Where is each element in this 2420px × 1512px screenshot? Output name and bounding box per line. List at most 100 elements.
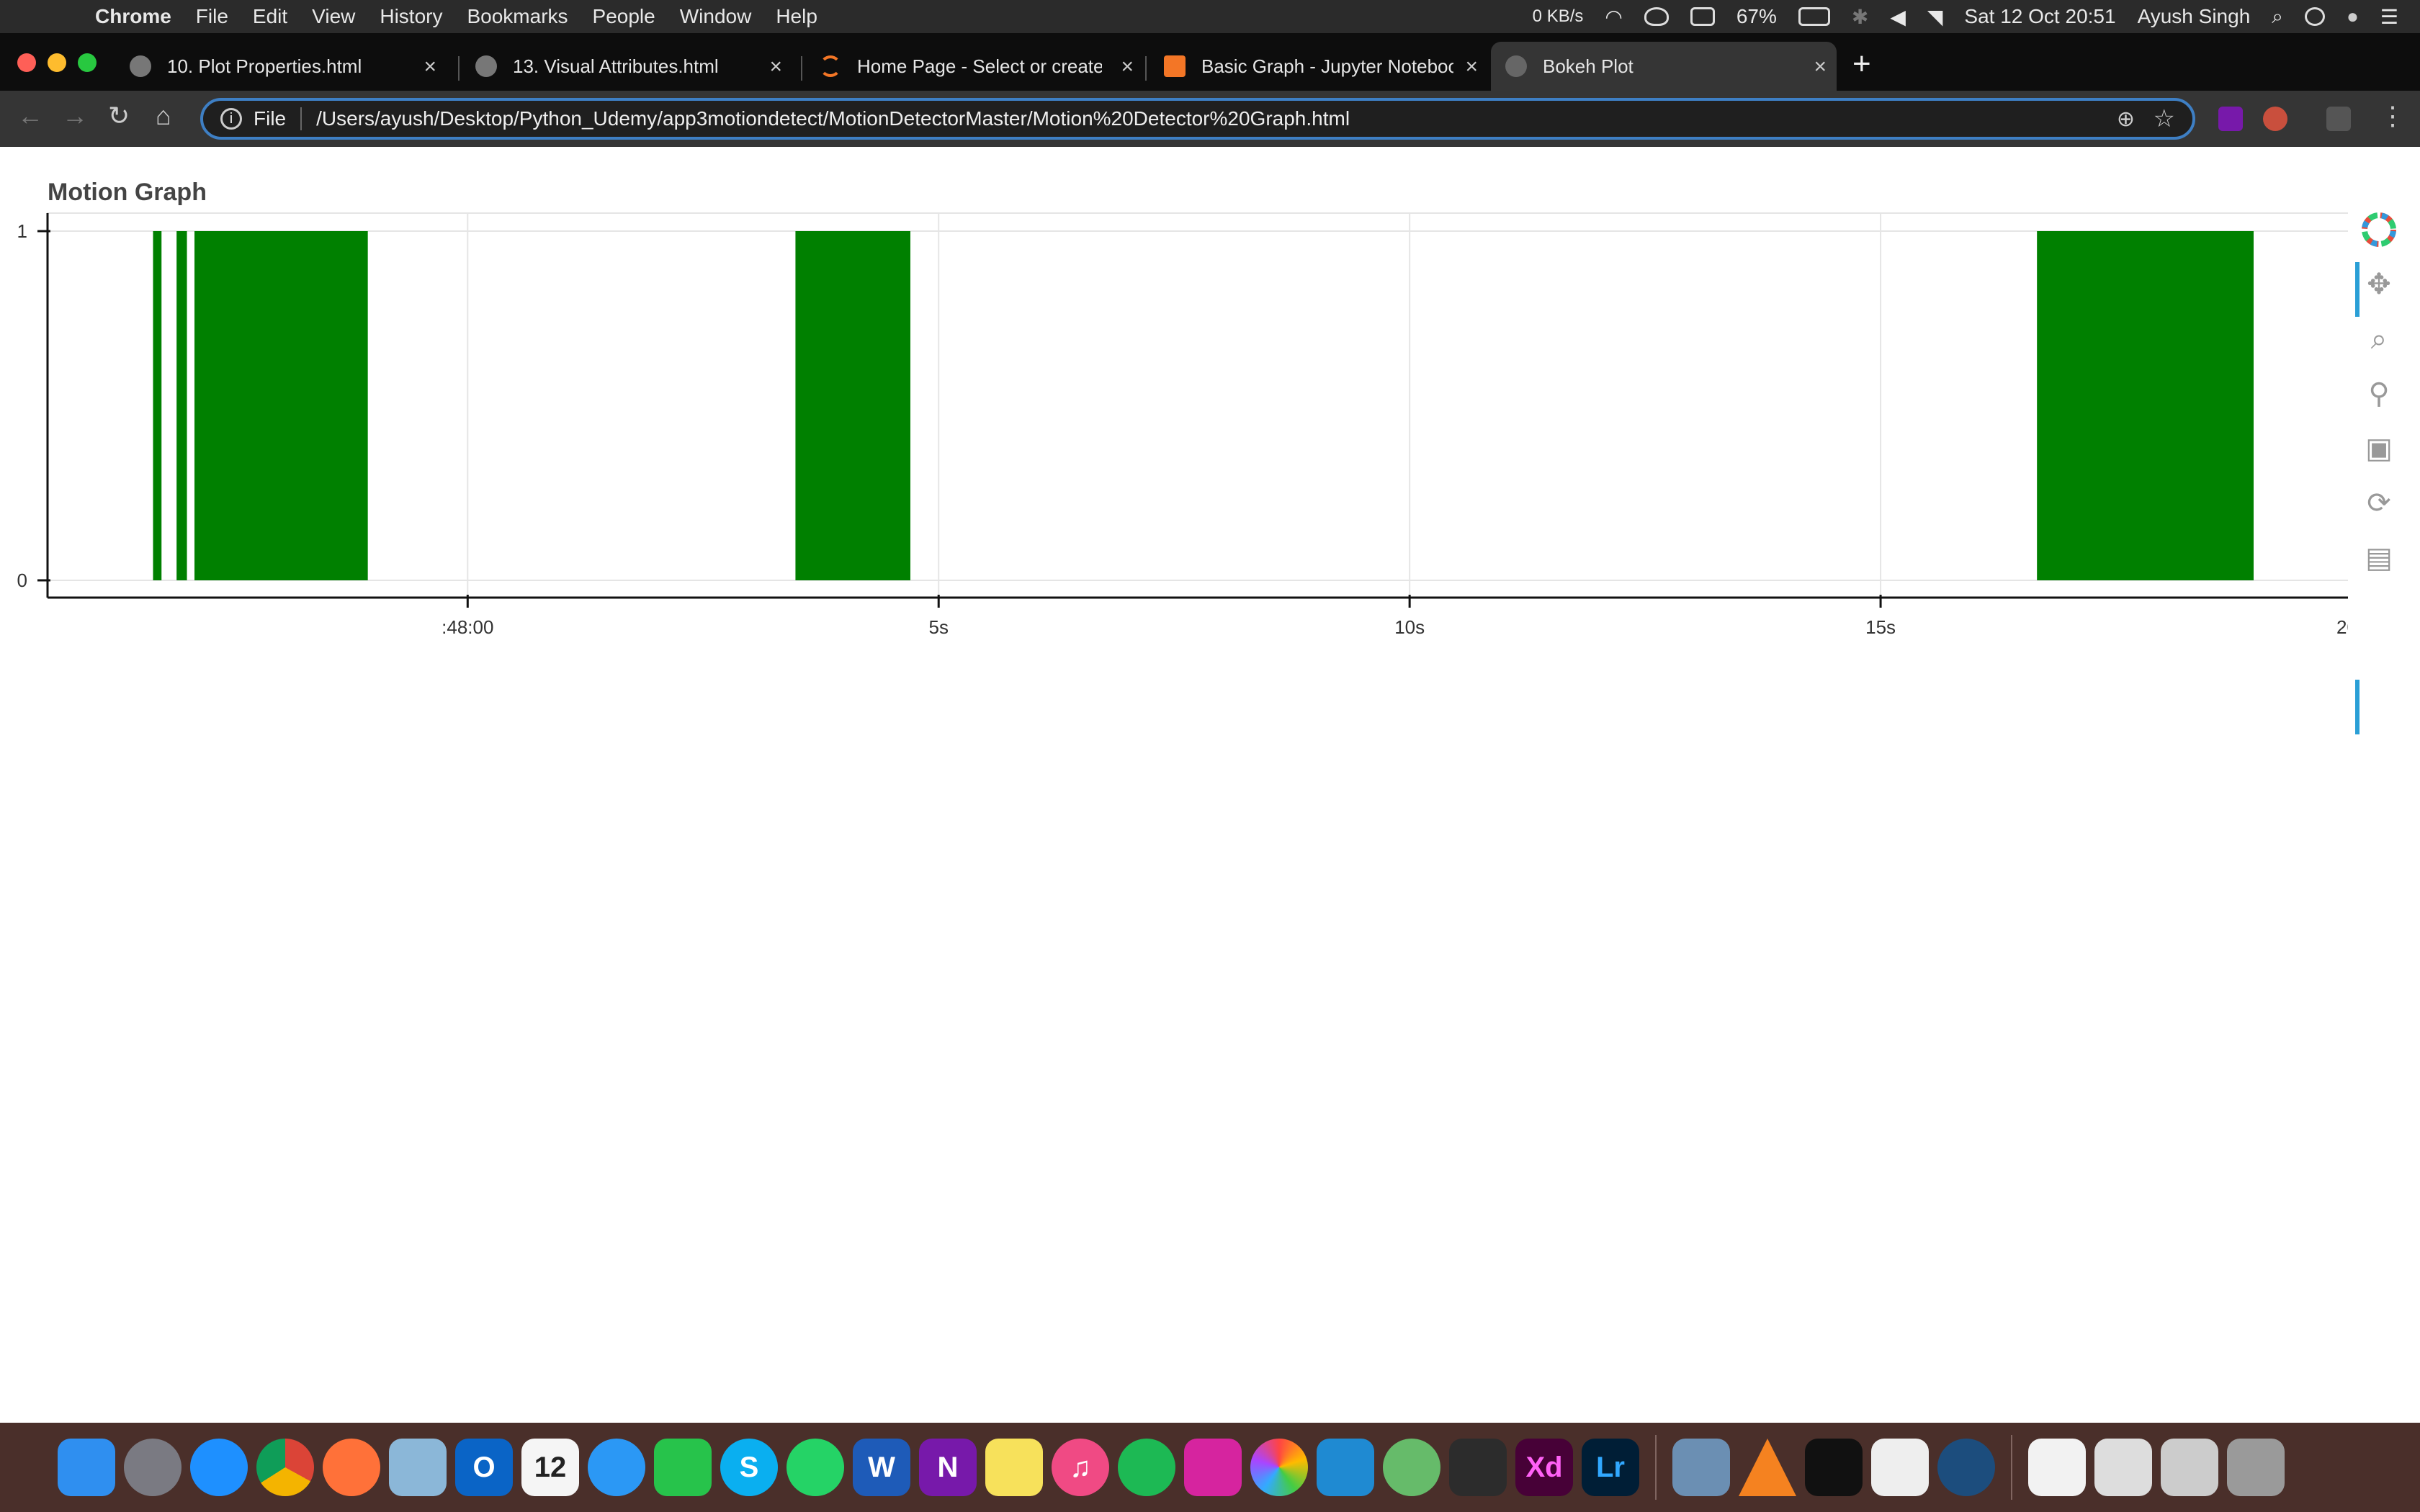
scheme-label: File [254, 107, 287, 130]
vlc-icon[interactable] [1739, 1439, 1796, 1496]
page-content: Motion Graph :48:005s10s15s20s10 ✥ ⌕ ⚲ ▣… [0, 147, 2420, 1423]
ics-file-icon[interactable] [2028, 1439, 2086, 1496]
image-capture-icon[interactable] [1672, 1439, 1730, 1496]
onenote-icon[interactable]: N [919, 1439, 977, 1496]
menu-view[interactable]: View [312, 5, 355, 28]
tab-basic-graph[interactable]: Basic Graph - Jupyter Notebook × [1150, 42, 1488, 91]
zoom-icon[interactable]: ⊕ [2117, 107, 2135, 132]
spotlight-icon[interactable]: ⌕ [2272, 5, 2283, 29]
browser-toolbar: ← → ↻ ⌂ i File /Users/ayush/Desktop/Pyth… [0, 91, 2420, 147]
address-bar[interactable]: i File /Users/ayush/Desktop/Python_Udemy… [200, 98, 2195, 140]
reload-icon[interactable]: ↻ [108, 101, 130, 131]
tab-plot-properties[interactable]: 10. Plot Properties.html × [115, 42, 447, 91]
skype-icon[interactable]: S [720, 1439, 778, 1496]
menu-window[interactable]: Window [680, 5, 752, 28]
url-text[interactable]: /Users/ayush/Desktop/Python_Udemy/app3mo… [316, 107, 1350, 130]
globe-icon [1505, 55, 1527, 77]
notes-icon[interactable] [985, 1439, 1043, 1496]
menu-history[interactable]: History [380, 5, 442, 28]
messages-icon[interactable] [588, 1439, 645, 1496]
onenote-extension-icon[interactable] [2218, 107, 2243, 131]
figma-icon[interactable] [1449, 1439, 1507, 1496]
clock[interactable]: Sat 12 Oct 20:51 [1964, 5, 2115, 28]
adobe-xd-icon[interactable]: Xd [1515, 1439, 1573, 1496]
x-tick-label: 15s [1865, 616, 1896, 638]
menu-help[interactable]: Help [776, 5, 817, 28]
bokeh-logo-icon[interactable] [2361, 212, 2397, 248]
outlook-icon[interactable]: O [455, 1439, 513, 1496]
back-icon[interactable]: ← [17, 101, 43, 131]
airplay-icon[interactable]: ◥ [1927, 5, 1943, 29]
textedit-icon[interactable] [1871, 1439, 1929, 1496]
vpn-icon[interactable] [1644, 7, 1669, 26]
x-tick-label: 20s [2336, 616, 2348, 638]
battery-percent: 67% [1736, 5, 1777, 27]
lightroom-icon[interactable]: Lr [1582, 1439, 1639, 1496]
menu-bookmarks[interactable]: Bookmarks [467, 5, 568, 28]
tab-visual-attributes[interactable]: 13. Visual Attributes.html × [461, 42, 792, 91]
box-zoom-icon[interactable]: ⌕ [2361, 321, 2397, 357]
quicktime-icon[interactable] [1937, 1439, 1995, 1496]
finder-icon[interactable] [58, 1439, 115, 1496]
preview-icon[interactable] [389, 1439, 447, 1496]
chrome-menu-icon[interactable]: ⋮ [2380, 101, 2406, 131]
siri-icon[interactable] [2304, 7, 2325, 26]
whatsapp-icon[interactable] [786, 1439, 844, 1496]
close-tab-icon[interactable]: × [424, 55, 436, 79]
forward-icon[interactable]: → [62, 101, 88, 131]
battery-icon[interactable] [1798, 7, 1830, 26]
launchpad-icon[interactable] [124, 1439, 182, 1496]
menu-people[interactable]: People [593, 5, 655, 28]
itunes-icon[interactable]: ♫ [1052, 1439, 1109, 1496]
close-tab-icon[interactable]: × [1465, 55, 1478, 79]
jupyter-icon [820, 55, 841, 77]
memory-icon[interactable] [1690, 7, 1715, 26]
close-window-button[interactable] [17, 53, 36, 72]
vscode-icon[interactable] [1317, 1439, 1374, 1496]
wheel-zoom-icon[interactable]: ⚲ [2361, 376, 2397, 412]
volume-icon[interactable]: ◀ [1890, 5, 1906, 29]
status-menu: 0 KB/s ◠ 67% ✱ ◀ ◥ Sat 12 Oct 20:51 Ayus… [1533, 0, 2398, 33]
screenshot-stack-icon[interactable] [2094, 1439, 2152, 1496]
close-tab-icon[interactable]: × [769, 55, 782, 79]
save-icon[interactable]: ▣ [2361, 431, 2397, 467]
extension-icon[interactable] [2263, 107, 2287, 131]
spotify-icon[interactable] [1118, 1439, 1175, 1496]
user-name[interactable]: Ayush Singh [2138, 5, 2251, 28]
bluetooth-icon[interactable]: ✱ [1852, 5, 1868, 29]
calendar-icon[interactable]: 12 [521, 1439, 579, 1496]
close-tab-icon[interactable]: × [1121, 55, 1134, 79]
chrome-icon[interactable] [256, 1439, 314, 1496]
facetime-icon[interactable] [654, 1439, 712, 1496]
menu-edit[interactable]: Edit [253, 5, 287, 28]
trash-icon[interactable] [2227, 1439, 2285, 1496]
downloads-stack-icon[interactable] [2161, 1439, 2218, 1496]
notification-center-icon[interactable]: ☰ [2380, 5, 2398, 29]
close-tab-icon[interactable]: × [1814, 55, 1827, 79]
instagram-icon[interactable] [1184, 1439, 1242, 1496]
site-info-icon[interactable]: i [220, 108, 242, 130]
wifi-icon[interactable]: ◠ [1605, 5, 1622, 29]
profile-extension-icon[interactable] [2326, 107, 2351, 131]
tab-jupyter-home[interactable]: Home Page - Select or create a × [805, 42, 1144, 91]
safari-icon[interactable] [190, 1439, 248, 1496]
photos-icon[interactable] [1250, 1439, 1308, 1496]
control-center-icon[interactable]: ● [2347, 5, 2359, 28]
minimize-window-button[interactable] [48, 53, 66, 72]
bookmark-star-icon[interactable]: ☆ [2154, 104, 2175, 133]
menu-file[interactable]: File [196, 5, 228, 28]
maximize-window-button[interactable] [78, 53, 97, 72]
new-tab-button[interactable]: + [1852, 46, 1871, 82]
tab-bokeh-plot[interactable]: Bokeh Plot × [1491, 42, 1837, 91]
pan-icon[interactable]: ✥ [2361, 266, 2397, 302]
terminal-icon[interactable] [1805, 1439, 1863, 1496]
menu-app-name[interactable]: Chrome [95, 5, 171, 28]
word-icon[interactable]: W [853, 1439, 910, 1496]
motion-bar [795, 231, 910, 580]
atom-icon[interactable] [1383, 1439, 1440, 1496]
home-icon[interactable]: ⌂ [156, 101, 171, 131]
hover-icon[interactable]: ▤ [2361, 540, 2397, 576]
motion-graph-plot[interactable]: :48:00 5s 10s 15s 20s 1 0 [0, 147, 2348, 651]
reset-icon[interactable]: ⟳ [2361, 485, 2397, 521]
firefox-icon[interactable] [323, 1439, 380, 1496]
